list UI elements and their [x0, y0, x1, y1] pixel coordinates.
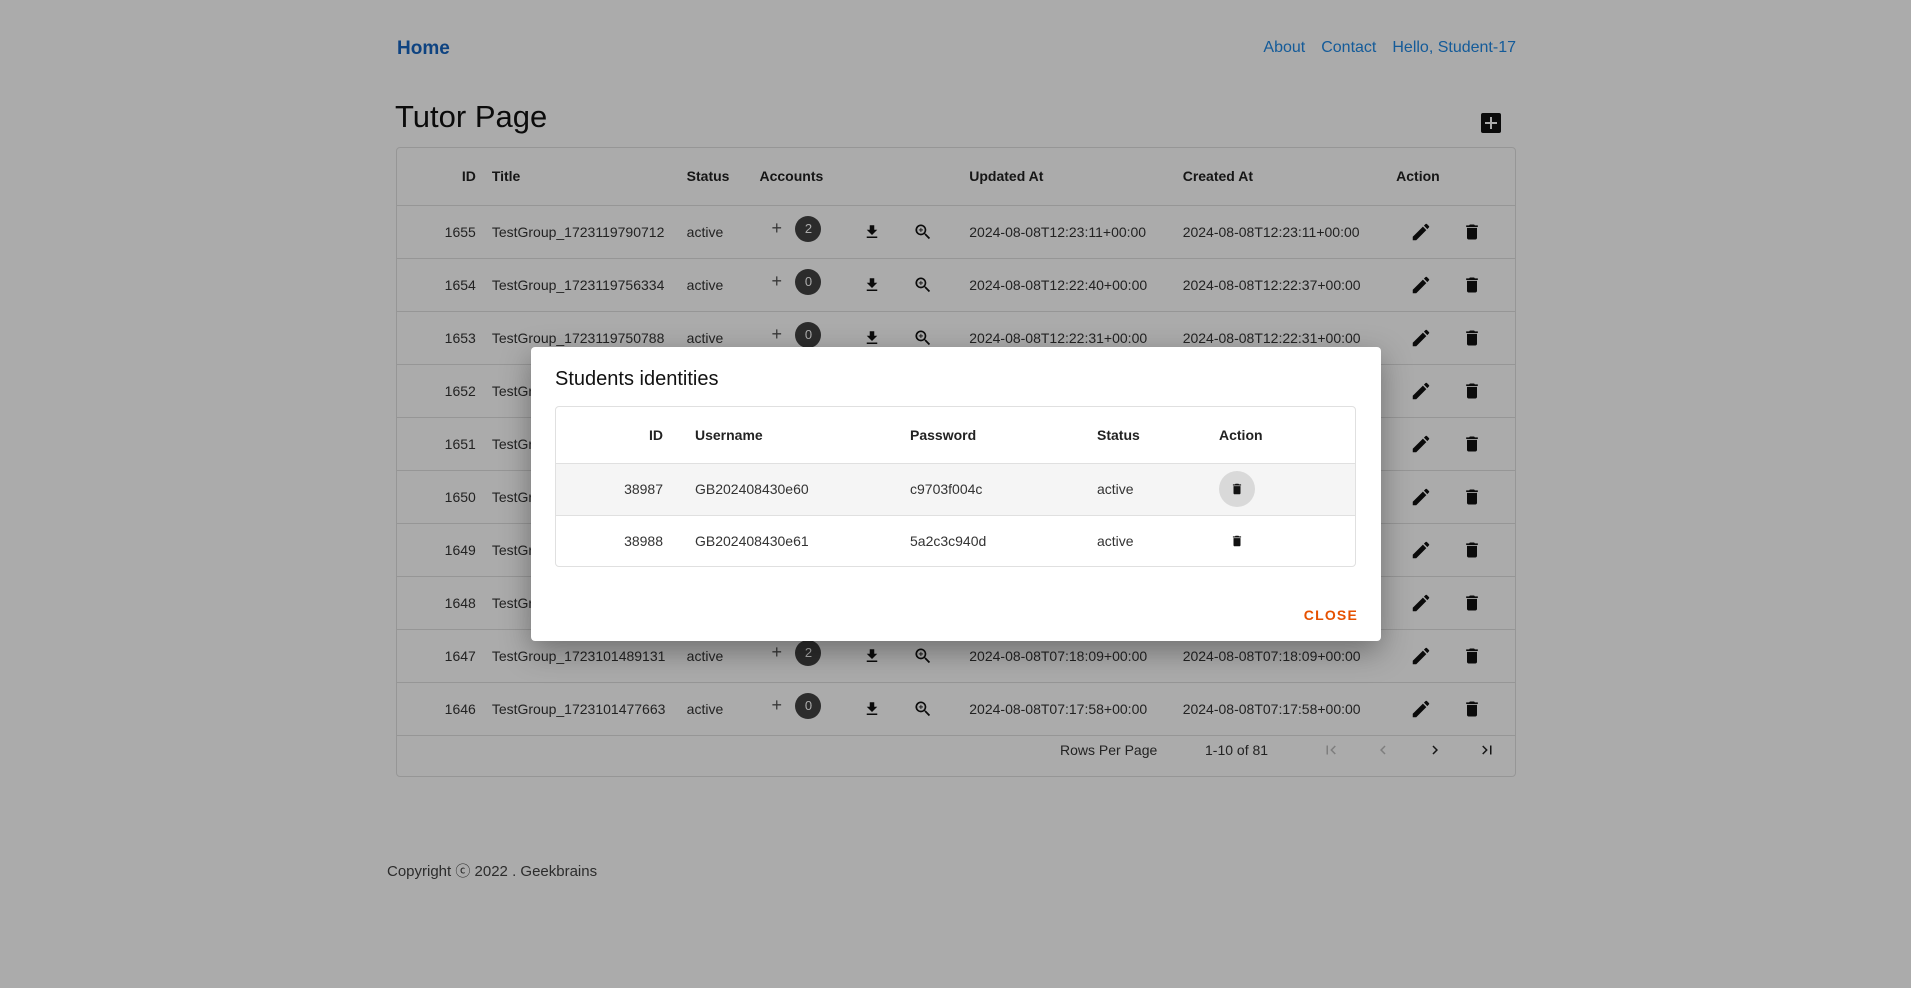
dialog-title: Students identities	[555, 368, 719, 390]
identity-id: 38988	[624, 533, 663, 550]
delete-identity-button[interactable]	[1219, 523, 1255, 559]
identities-table: ID Username Password Status Action 38987…	[556, 407, 1355, 567]
identity-password: c9703f004c	[910, 463, 1097, 516]
identity-row: 38988 GB202408430e61 5a2c3c940d active	[556, 515, 1355, 567]
col-password: Password	[910, 407, 1097, 464]
col-username: Username	[663, 407, 910, 464]
identity-action-cell	[1219, 515, 1355, 567]
identity-row: 38987 GB202408430e60 c9703f004c active	[556, 463, 1355, 516]
students-identities-dialog: Students identities ID Username Password…	[531, 347, 1381, 641]
trash-icon	[1232, 536, 1242, 547]
identity-status: active	[1097, 463, 1219, 516]
col-status: Status	[1097, 407, 1219, 464]
identities-table-card: ID Username Password Status Action 38987…	[555, 406, 1356, 567]
close-button[interactable]: CLOSE	[1298, 606, 1364, 624]
identity-username: GB202408430e60	[663, 463, 910, 516]
identity-status: active	[1097, 533, 1134, 550]
identity-action-cell	[1219, 463, 1355, 516]
col-action: Action	[1219, 407, 1355, 464]
identity-username: GB202408430e61	[695, 533, 809, 550]
identity-id: 38987	[556, 463, 663, 516]
identity-password: 5a2c3c940d	[910, 533, 987, 550]
identities-header-row: ID Username Password Status Action	[556, 407, 1355, 464]
trash-icon	[1232, 483, 1242, 495]
delete-identity-button[interactable]	[1219, 471, 1255, 507]
col-id: ID	[556, 407, 663, 464]
